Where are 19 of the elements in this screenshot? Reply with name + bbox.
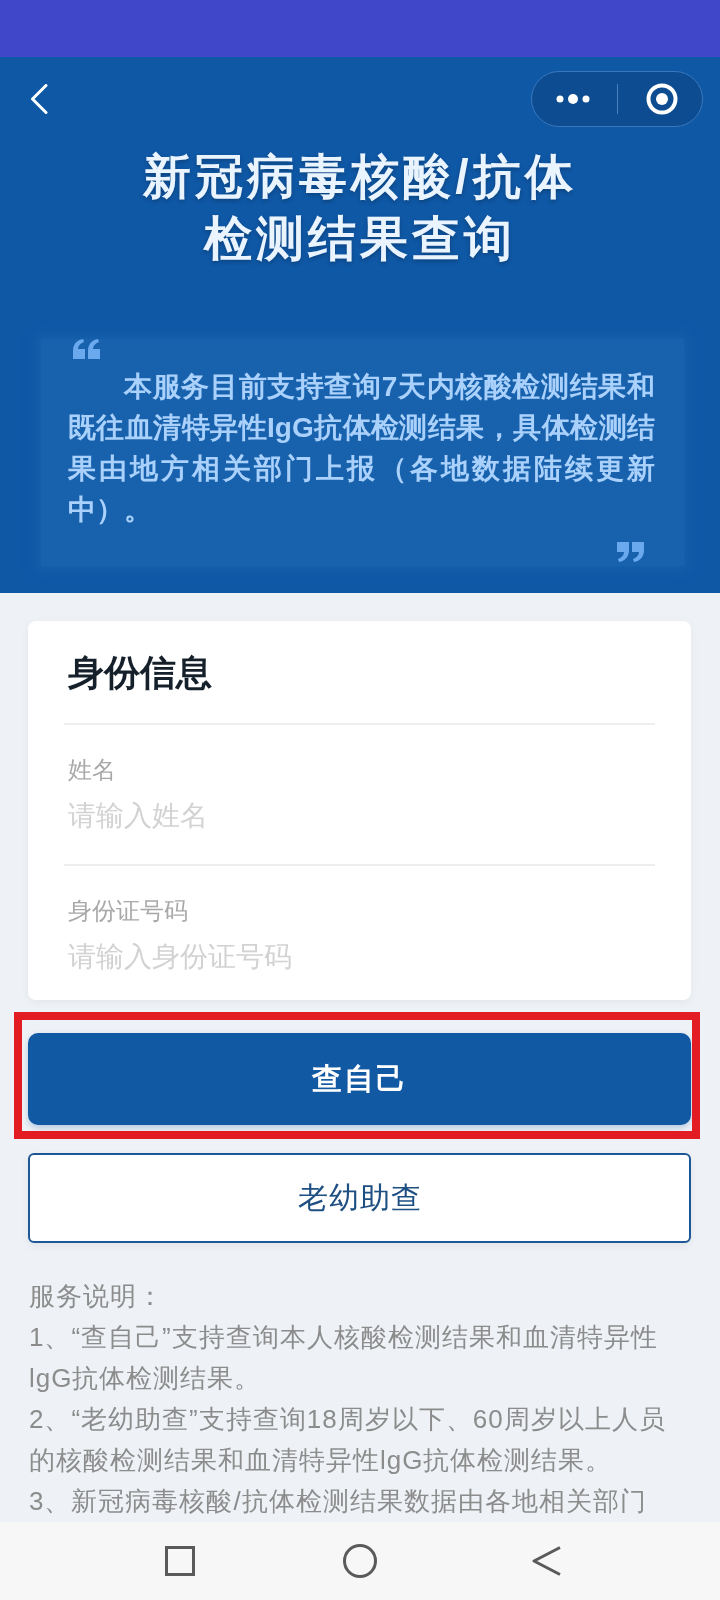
target-icon[interactable] [646, 83, 678, 115]
page-title: 新冠病毒核酸/抗体 检测结果查询 [142, 149, 578, 267]
square-icon[interactable] [165, 1546, 195, 1576]
dots-icon[interactable] [556, 94, 590, 104]
field-label: 姓名 [68, 755, 117, 785]
note-item: 2、“老幼助查”支持查询18周岁以下、60周岁以上人员的核酸检测结果和血清特异性lgG抗体检测结果。 [29, 1403, 667, 1477]
card-title: 身份信息 [68, 651, 213, 695]
back-icon[interactable] [532, 1546, 562, 1576]
open-quote-icon [73, 339, 101, 359]
query-self-button[interactable]: 查自己 [28, 1033, 691, 1125]
note-item: 3、新冠病毒核酸/抗体检测结果数据由各地相关部门 [29, 1485, 648, 1518]
notice-text: 本服务目前支持查询7天内核酸检测结果和既往血清特异性IgG抗体检测结果，具体检测结果由地方相关部门上报（各地数据陆续更新中）。 [68, 370, 655, 527]
home-icon[interactable] [343, 1544, 377, 1578]
capsule-menu[interactable] [531, 71, 703, 127]
notes-title: 服务说明： [29, 1280, 165, 1313]
field-label: 身份证号码 [68, 896, 189, 926]
assisted-query-button[interactable]: 老幼助查 [28, 1153, 691, 1243]
close-quote-icon [617, 542, 645, 562]
note-item: 1、“查自己”支持查询本人核酸检测结果和血清特异性lgG抗体检测结果。 [29, 1321, 659, 1395]
